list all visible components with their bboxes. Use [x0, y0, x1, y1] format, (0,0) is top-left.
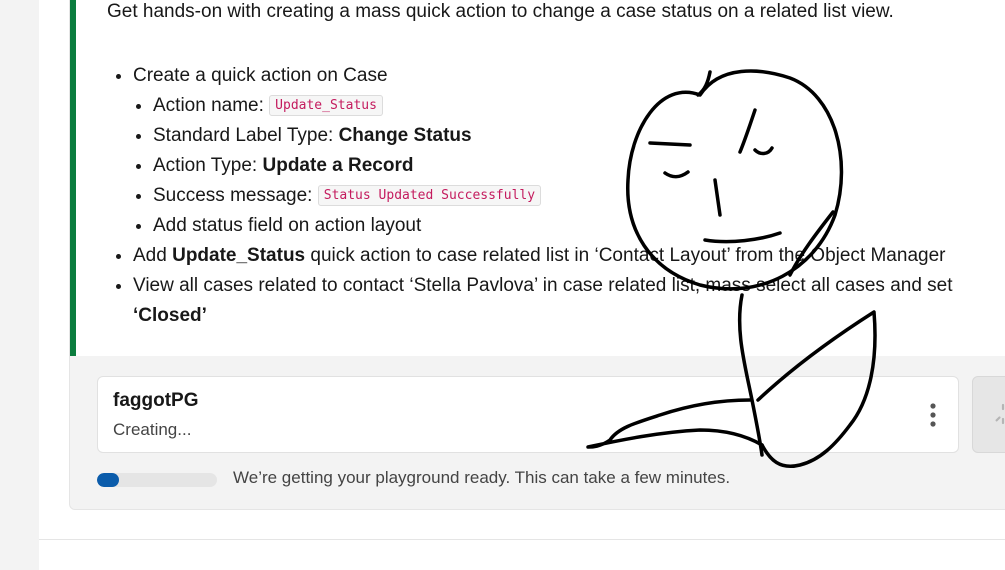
task-mass-close-bold: ‘Closed’: [133, 305, 207, 326]
action-type-value: Update a Record: [262, 155, 414, 176]
add-status-field-text: Add status field on action layout: [153, 215, 422, 236]
left-rail: [0, 0, 39, 570]
task-add-action-bold: Update_Status: [172, 245, 306, 266]
label-type-label: Standard Label Type:: [153, 125, 339, 146]
kebab-vertical-icon[interactable]: [923, 401, 943, 431]
divider: [39, 539, 1005, 540]
playground-status: Creating...: [113, 420, 192, 439]
task-create-quick-action: Create a quick action on Case: [133, 65, 388, 86]
progress-fill: [97, 473, 119, 487]
progress-bar: [97, 473, 217, 487]
task-list: Create a quick action on Case Action nam…: [107, 61, 953, 331]
action-type-label: Action Type:: [153, 155, 263, 176]
list-item: Standard Label Type: Change Status: [153, 121, 953, 151]
progress-message: We’re getting your playground ready. Thi…: [233, 468, 731, 487]
launch-button[interactable]: [972, 376, 1005, 453]
success-message-label: Success message:: [153, 185, 318, 206]
action-name-code: Update_Status: [269, 95, 383, 116]
page: Get hands-on with creating a mass quick …: [0, 0, 1005, 570]
success-message-code: Status Updated Successfully: [317, 185, 542, 206]
intro-text: Get hands-on with creating a mass quick …: [107, 1, 894, 22]
list-item: Success message: Status Updated Successf…: [153, 181, 953, 211]
spinner-icon: [991, 402, 1005, 426]
challenge-card: Get hands-on with creating a mass quick …: [69, 0, 1005, 510]
list-item: Action Type: Update a Record: [153, 151, 953, 181]
task-add-action-prefix: Add: [133, 245, 173, 266]
list-item: Add Update_Status quick action to case r…: [133, 241, 953, 271]
list-item: View all cases related to contact ‘Stell…: [133, 271, 953, 331]
action-name-label: Action name:: [153, 95, 270, 116]
instructions-panel: Get hands-on with creating a mass quick …: [70, 0, 1005, 356]
task-mass-close-text: View all cases related to contact ‘Stell…: [133, 275, 953, 296]
list-item: Action name: Update_Status: [153, 91, 953, 121]
task-add-action-suffix: quick action to case related list in ‘Co…: [305, 245, 946, 266]
list-item: Add status field on action layout: [153, 211, 953, 241]
list-item: Create a quick action on Case Action nam…: [133, 61, 953, 241]
playground-name: faggotPG: [113, 390, 199, 411]
playground-card: faggotPG Creating...: [97, 376, 959, 453]
label-type-value: Change Status: [338, 125, 472, 146]
